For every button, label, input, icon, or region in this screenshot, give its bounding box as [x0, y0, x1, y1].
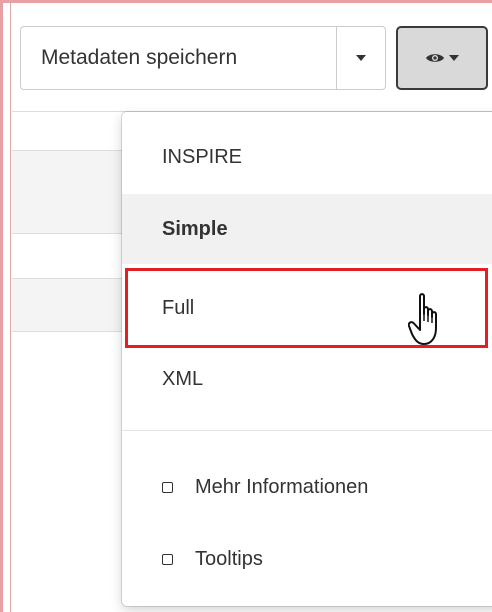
- menu-item-label: INSPIRE: [162, 145, 243, 168]
- checkbox-icon[interactable]: [162, 481, 173, 493]
- checkbox-label: Tooltips: [195, 547, 263, 570]
- menu-item-xml[interactable]: XML: [122, 348, 492, 410]
- menu-item-label: XML: [162, 367, 204, 390]
- view-mode-button[interactable]: [396, 26, 488, 90]
- chevron-down-icon: [356, 55, 366, 61]
- hand-pointer-cursor-icon: [408, 293, 437, 345]
- menu-item-label: Simple: [162, 217, 228, 240]
- menu-item-inspire[interactable]: INSPIRE: [122, 122, 492, 192]
- checkbox-tooltips[interactable]: Tooltips: [122, 522, 492, 596]
- chevron-down-icon: [449, 55, 459, 61]
- checkbox-icon[interactable]: [162, 553, 173, 565]
- menu-item-simple[interactable]: Simple: [122, 194, 492, 264]
- left-border-line: [10, 0, 11, 612]
- checkbox-more-info[interactable]: Mehr Informationen: [122, 450, 492, 524]
- save-options-toggle[interactable]: [336, 26, 386, 90]
- view-mode-dropdown: INSPIRE Simple Full XML Mehr Information…: [122, 112, 492, 606]
- eye-icon: [426, 54, 444, 62]
- save-metadata-label: Metadaten speichern: [41, 46, 238, 69]
- save-button-group: Metadaten speichern: [20, 26, 386, 90]
- menu-divider: [122, 430, 492, 431]
- checkbox-label: Mehr Informationen: [195, 475, 369, 498]
- save-metadata-button[interactable]: Metadaten speichern: [20, 26, 336, 90]
